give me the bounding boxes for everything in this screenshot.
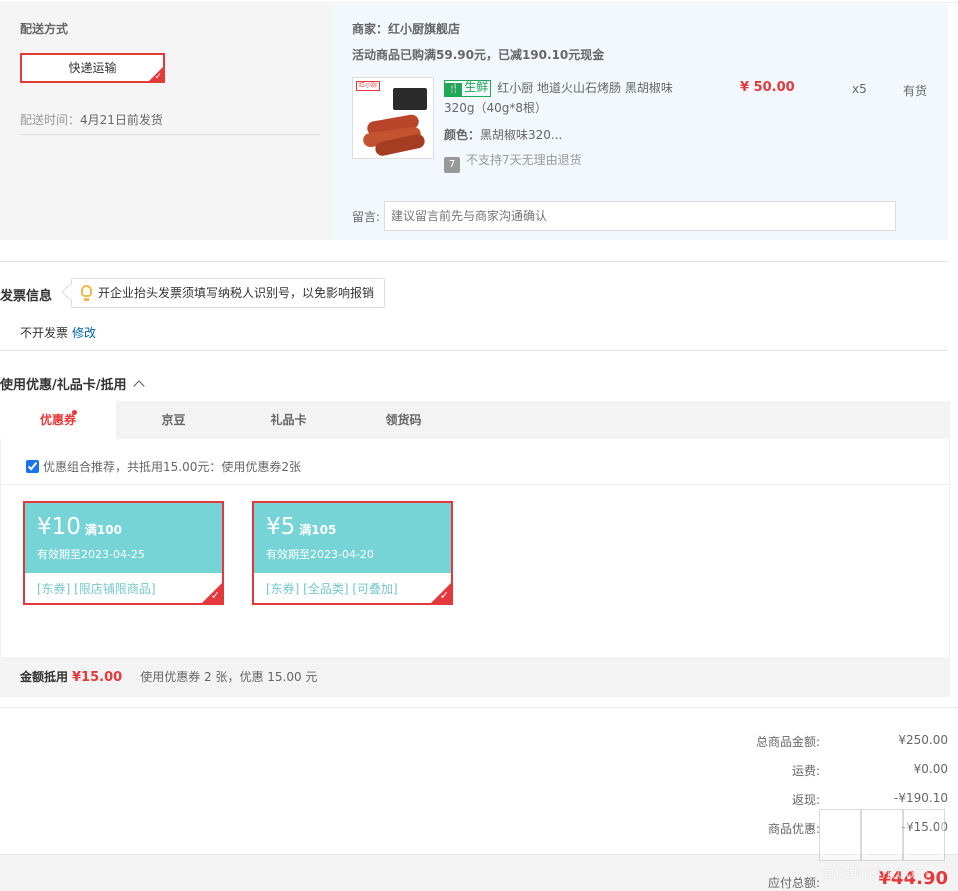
shipping-time-label: 配送时间：	[20, 113, 81, 127]
divider	[20, 134, 320, 135]
fork-icon: 🍴	[445, 83, 463, 96]
coupon-summary: 金额抵用 ¥15.00 使用优惠券 2 张，优惠 15.00 元	[0, 657, 950, 697]
invoice-value: 不开发票 修改	[20, 324, 96, 341]
divider	[0, 261, 948, 262]
coupon-condition: 满105	[299, 523, 337, 537]
watermark-glyph	[862, 810, 902, 860]
combo-checkbox[interactable]	[26, 460, 39, 473]
brand-logo: 红小厨	[356, 81, 381, 91]
coupon-expiry: 有效期至2023-04-20	[266, 548, 374, 561]
tab-jingdou[interactable]: 京豆	[116, 401, 231, 439]
divider	[0, 350, 948, 351]
site-watermark: zhizhizhi.com	[812, 804, 950, 891]
tab-gift-card[interactable]: 礼品卡	[231, 401, 346, 439]
package-image	[393, 88, 427, 110]
coupon-panel: 优惠组合推荐，共抵用15.00元：使用优惠券2张 ¥10 满100 有效期至202…	[0, 439, 950, 657]
shipping-fee-value: ¥0.00	[913, 762, 948, 776]
stock-status: 有货	[903, 84, 928, 98]
shipping-title: 配送方式	[20, 22, 69, 36]
coupon-amount-block: ¥10 满100	[37, 513, 122, 544]
shipping-fee-label: 运费:	[791, 764, 820, 778]
combo-text: 优惠组合推荐，共抵用15.00元：使用优惠券2张	[43, 460, 301, 474]
watermark-glyph	[904, 810, 944, 860]
coupon-condition: 满100	[84, 523, 122, 537]
invoice-tip: 开企业抬头发票须填写纳税人识别号，以免影响报销	[71, 278, 386, 308]
shipping-time-value: 4月21日前发货	[80, 113, 163, 127]
shipping-time: 配送时间：4月21日前发货	[20, 111, 163, 128]
coupon-header: ¥5 满105 有效期至2023-04-20	[254, 503, 451, 573]
check-icon: ✓	[439, 589, 449, 602]
chevron-up-icon	[132, 380, 145, 392]
tab-redeem-code[interactable]: 领货码	[346, 401, 461, 439]
shipping-panel: 配送方式 快递运输 ✓ 配送时间：4月21日前发货	[0, 4, 332, 240]
coupon-tabs: 优惠券 京豆 礼品卡 领货码	[0, 401, 950, 439]
shop-name: 商家：红小厨旗舰店	[352, 22, 461, 36]
divider	[0, 707, 958, 708]
watermark-text: zhizhizhi.com	[822, 866, 930, 882]
coupon-card[interactable]: ¥5 满105 有效期至2023-04-20 [东券] [全品类] [可叠加] ✓	[252, 501, 453, 605]
product-thumbnail[interactable]: 红小厨	[352, 77, 434, 159]
cashback-value: -¥190.10	[894, 791, 948, 805]
top-divider	[0, 0, 958, 3]
invoice-tip-text: 开企业抬头发票须填写纳税人识别号，以免影响报销	[98, 286, 375, 300]
shop-panel: 商家：红小厨旗舰店 活动商品已购满59.90元，已减190.10元现金 红小厨 …	[332, 4, 948, 240]
summary-text: 使用优惠券 2 张，优惠 15.00 元	[140, 670, 318, 684]
check-icon: ✓	[210, 589, 220, 602]
coupon-section-title: 使用优惠/礼品卡/抵用	[0, 378, 127, 393]
invoice-title: 发票信息	[0, 289, 53, 304]
coupon-amount-block: ¥5 满105	[266, 513, 336, 544]
color-value: 黑胡椒味320...	[480, 128, 563, 142]
tab-coupons[interactable]: 优惠券	[0, 401, 116, 439]
no-return-notice: 7 不支持7天无理由退货	[444, 151, 582, 173]
coupon-tags: [东券] [全品类] [可叠加]	[266, 582, 398, 596]
product-color: 颜色：黑胡椒味320...	[444, 126, 562, 143]
summary-amount: ¥15.00	[72, 670, 123, 685]
coupon-section-toggle[interactable]: 使用优惠/礼品卡/抵用	[0, 374, 145, 393]
total-goods-value: ¥250.00	[898, 733, 948, 747]
divider	[1, 484, 949, 485]
message-label: 留言:	[352, 210, 381, 224]
fresh-badge: 🍴 生鲜	[444, 80, 492, 97]
summary-label: 金额抵用	[20, 670, 69, 684]
product-name[interactable]: 🍴 生鲜 红小厨 地道火山石烤肠 黑胡椒味 320g（40g*8根）	[444, 78, 694, 118]
check-icon: ✓	[154, 72, 162, 82]
product-price: ¥ 50.00	[740, 80, 795, 95]
notification-dot	[72, 410, 77, 415]
coupon-amount: ¥5	[266, 514, 296, 540]
combo-recommend[interactable]: 优惠组合推荐，共抵用15.00元：使用优惠券2张	[26, 458, 301, 475]
coupon-expiry: 有效期至2023-04-25	[37, 548, 145, 561]
tab-label: 优惠券	[39, 413, 76, 427]
watermark-glyph	[820, 810, 860, 860]
return-policy-icon: 7	[444, 157, 460, 173]
message-input[interactable]	[384, 201, 896, 231]
coupon-tags: [东券] [限店铺限商品]	[37, 582, 156, 596]
product-quantity: x5	[852, 82, 867, 96]
no-return-text: 不支持7天无理由退货	[466, 153, 582, 167]
coupon-amount: ¥10	[37, 514, 81, 540]
fresh-badge-label: 生鲜	[464, 80, 489, 94]
lightbulb-icon	[81, 285, 92, 301]
color-label: 颜色：	[444, 128, 481, 142]
total-goods-label: 总商品金额:	[755, 735, 820, 749]
express-shipping-button[interactable]: 快递运输 ✓	[20, 53, 165, 83]
shipping-method-label: 快递运输	[68, 61, 117, 75]
coupon-header: ¥10 满100 有效期至2023-04-25	[25, 503, 222, 573]
promo-text: 活动商品已购满59.90元，已减190.10元现金	[352, 48, 605, 62]
invoice-edit-link[interactable]: 修改	[72, 326, 96, 340]
invoice-type: 不开发票	[20, 326, 69, 340]
coupon-card[interactable]: ¥10 满100 有效期至2023-04-25 [东券] [限店铺限商品] ✓	[23, 501, 224, 605]
